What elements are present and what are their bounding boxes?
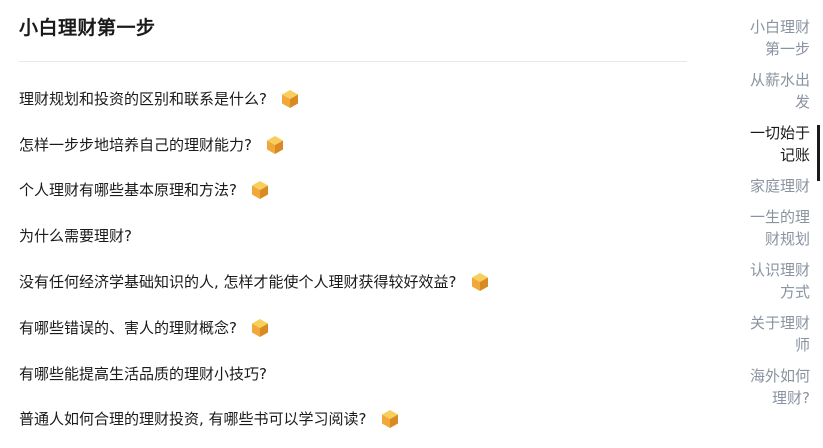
question-item[interactable]: 怎样一步步地培养自己的理财能力? — [19, 122, 491, 168]
nav-item[interactable]: 一切始于 记账 — [712, 120, 810, 168]
gold-cube-icon — [469, 271, 491, 293]
question-item[interactable]: 为什么需要理财? — [19, 213, 491, 259]
nav-item[interactable]: 关于理财 师 — [712, 310, 810, 358]
question-item[interactable]: 个人理财有哪些基本原理和方法? — [19, 168, 491, 214]
question-text[interactable]: 理财规划和投资的区别和联系是什么? — [19, 89, 267, 109]
question-text[interactable]: 为什么需要理财? — [19, 226, 132, 246]
question-text[interactable]: 没有任何经济学基础知识的人, 怎样才能使个人理财获得较好效益? — [19, 272, 457, 292]
question-item[interactable]: 普通人如何合理的理财投资, 有哪些书可以学习阅读? — [19, 397, 491, 443]
nav-item[interactable]: 一生的理 财规划 — [712, 204, 810, 252]
question-item[interactable]: 有哪些能提高生活品质的理财小技巧? — [19, 351, 491, 397]
title-divider — [19, 61, 687, 62]
question-text[interactable]: 个人理财有哪些基本原理和方法? — [19, 180, 237, 200]
nav-item[interactable]: 从薪水出 发 — [712, 67, 810, 115]
question-list: 理财规划和投资的区别和联系是什么? 怎样一步步地培养自己的理财能力? 个人理财有哪些… — [19, 76, 491, 442]
gold-cube-icon — [249, 179, 271, 201]
section-title: 小白理财第一步 — [19, 17, 156, 39]
nav-item[interactable]: 家庭理财 — [712, 173, 810, 199]
question-text[interactable]: 有哪些能提高生活品质的理财小技巧? — [19, 364, 267, 384]
active-nav-indicator — [817, 125, 820, 181]
gold-cube-icon — [379, 408, 401, 430]
nav-item[interactable]: 小白理财 第一步 — [712, 14, 810, 62]
question-text[interactable]: 普通人如何合理的理财投资, 有哪些书可以学习阅读? — [19, 409, 367, 429]
question-item[interactable]: 理财规划和投资的区别和联系是什么? — [19, 76, 491, 122]
question-item[interactable]: 没有任何经济学基础知识的人, 怎样才能使个人理财获得较好效益? — [19, 259, 491, 305]
question-item[interactable]: 有哪些错误的、害人的理财概念? — [19, 305, 491, 351]
gold-cube-icon — [279, 88, 301, 110]
nav-item[interactable]: 认识理财 方式 — [712, 257, 810, 305]
gold-cube-icon — [264, 134, 286, 156]
gold-cube-icon — [249, 317, 271, 339]
side-nav: 小白理财 第一步 从薪水出 发一切始于 记账家庭理财一生的理 财规划 认识理财 方式… — [712, 14, 810, 416]
main-content: 小白理财第一步 理财规划和投资的区别和联系是什么? 怎样一步步地培养自己的理财能力… — [0, 0, 700, 448]
question-text[interactable]: 有哪些错误的、害人的理财概念? — [19, 318, 237, 338]
question-text[interactable]: 怎样一步步地培养自己的理财能力? — [19, 135, 252, 155]
nav-item[interactable]: 海外如何 理财? — [712, 363, 810, 411]
